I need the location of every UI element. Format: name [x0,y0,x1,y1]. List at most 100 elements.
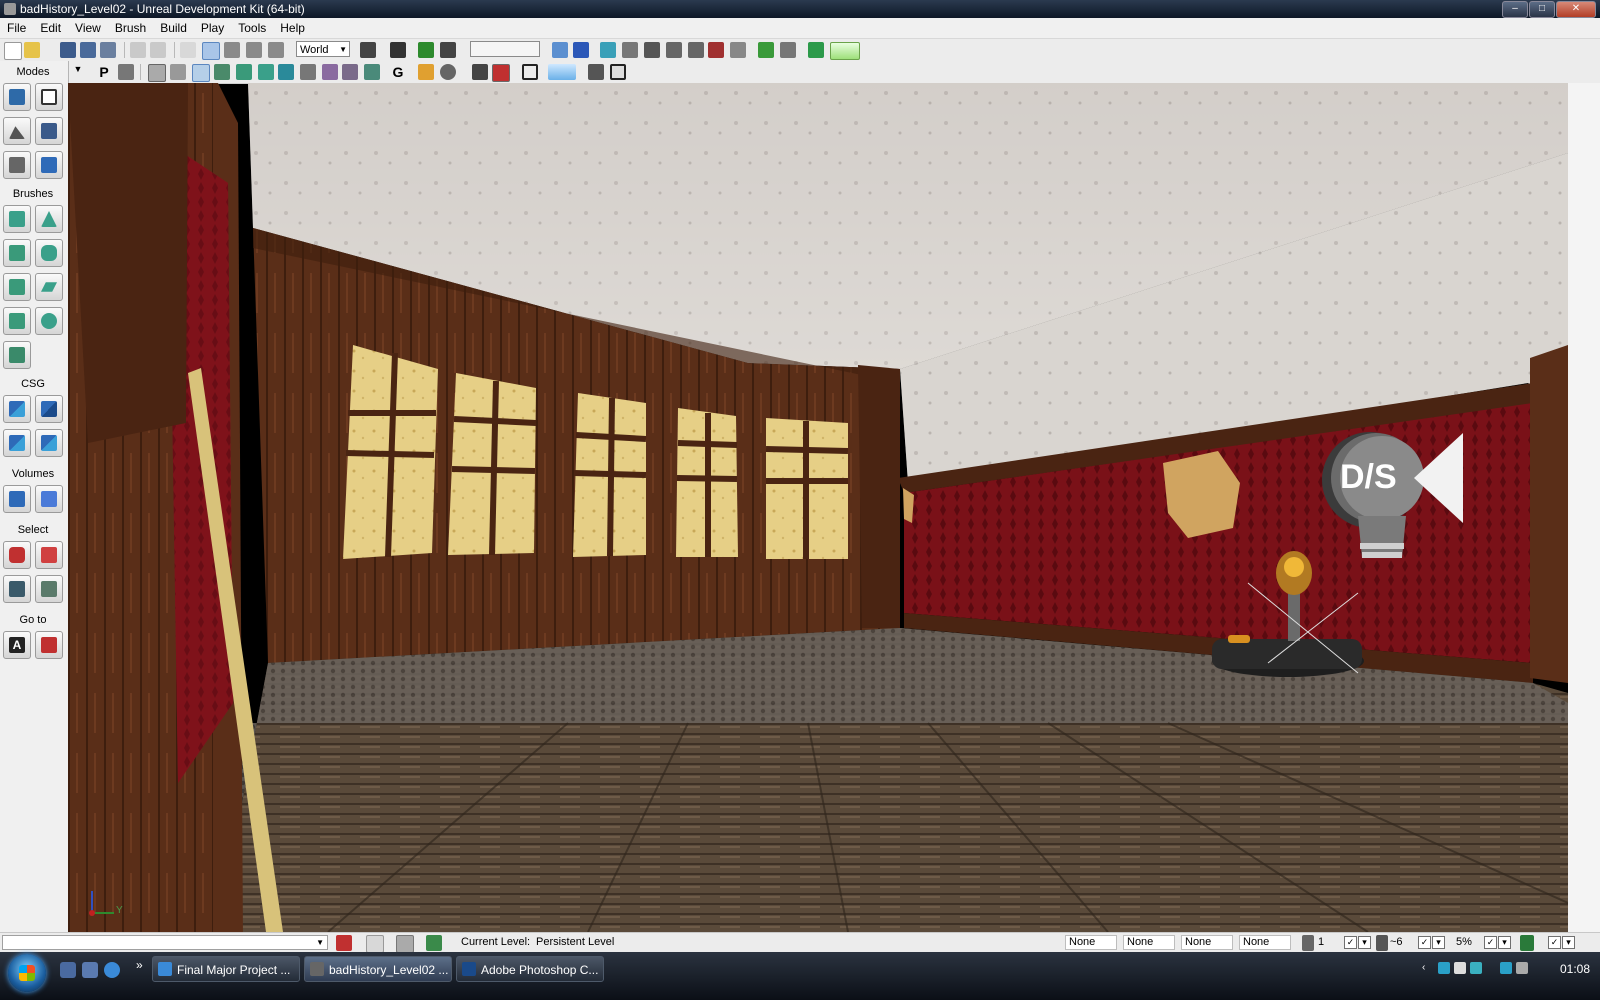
shader-complexity-icon[interactable] [300,64,316,80]
kismet-icon[interactable] [418,42,434,58]
menu-edit[interactable]: Edit [33,18,68,38]
brush-wireframe-icon[interactable] [170,64,186,80]
autosave-icon[interactable] [426,935,442,951]
clock[interactable]: 01:08 [1560,956,1590,982]
pin-icon[interactable] [118,64,134,80]
csg-subtract-button[interactable] [35,395,63,423]
build-lighting-icon[interactable] [573,42,589,58]
add-special-volume-button[interactable] [35,485,63,513]
maximize-viewport-icon[interactable] [610,64,626,80]
lightmap-density-icon[interactable] [322,64,338,80]
translate-mode-icon[interactable] [202,42,220,60]
camera-mode-button[interactable] [3,83,31,111]
lighting-only-icon[interactable] [236,64,252,80]
geometry-mode-button[interactable] [35,83,63,111]
texture-align-mode-button[interactable] [35,117,63,145]
lock-icon[interactable] [418,64,434,80]
scale-mode-icon[interactable] [246,42,262,58]
save-all-icon[interactable] [80,42,96,58]
menu-file[interactable]: File [0,18,33,38]
drag-grid-toggle-icon[interactable] [336,935,352,951]
misc-dropdown[interactable]: ▾ [1562,936,1575,949]
find-actors-icon[interactable] [360,42,376,58]
non-uniform-scale-icon[interactable] [268,42,284,58]
menu-brush[interactable]: Brush [108,18,153,38]
build-cover-icon[interactable] [622,42,638,58]
csg-deintersect-button[interactable] [35,429,63,457]
redo-icon[interactable] [150,42,166,58]
goto-builder-brush-button[interactable] [35,631,63,659]
mesh-paint-mode-button[interactable] [3,151,31,179]
perspective-viewport[interactable]: D/S Y [68,83,1568,932]
layers-toggle-icon[interactable] [396,935,414,953]
content-browser-icon[interactable] [390,42,406,58]
rotation-snap-value[interactable]: ~6 [1390,935,1403,950]
maximize-button[interactable]: □ [1529,1,1555,18]
console-icon[interactable] [780,42,796,58]
ai-tool-icon[interactable] [688,42,704,58]
select-volumes-button[interactable] [3,541,31,569]
taskbar-item-photoshop[interactable]: Adobe Photoshop C... [456,956,604,982]
linear-stair-brush-button[interactable] [3,273,31,301]
rotation-snap-checkbox[interactable]: ✓ [1418,936,1431,949]
menu-help[interactable]: Help [273,18,312,38]
tray-language-icon[interactable] [1454,962,1466,974]
rotation-snap-dropdown[interactable]: ▾ [1432,936,1445,949]
snap-toggle-icon[interactable] [366,935,384,953]
scale-snap-checkbox[interactable]: ✓ [1484,936,1497,949]
taskbar-item-final-major-project[interactable]: Final Major Project ... [152,956,300,982]
viewport-options-dropdown-icon[interactable]: ▼ [70,64,86,80]
taskbar-item-udk[interactable]: badHistory_Level02 ... [304,956,452,982]
csg-add-button[interactable] [3,395,31,423]
terrain-mode-button[interactable] [3,117,31,145]
realtime-toggle-icon[interactable] [492,64,510,82]
undo-icon[interactable] [130,42,146,58]
internet-explorer-icon[interactable] [104,962,120,978]
volumetric-brush-button[interactable] [3,341,31,369]
cube-brush-button[interactable] [3,205,31,233]
reflections-icon[interactable] [364,64,380,80]
camera-speed-icon[interactable] [472,64,488,80]
save-icon[interactable] [60,42,76,58]
play-in-editor-icon[interactable] [830,42,860,60]
select-none-button[interactable] [35,575,63,603]
csg-intersect-button[interactable] [3,429,31,457]
grid-snap-checkbox[interactable]: ✓ [1344,936,1357,949]
path-tool-icon[interactable] [666,42,682,58]
eye-icon[interactable] [440,64,456,80]
search-field[interactable] [470,41,540,57]
play-viewport-icon[interactable] [548,64,576,80]
tray-app-icon[interactable] [1438,962,1450,974]
save-copy-icon[interactable] [100,42,116,58]
cone-brush-button[interactable] [35,205,63,233]
build-all-icon[interactable] [644,42,660,58]
cylinder-brush-button[interactable] [35,239,63,267]
record-icon[interactable] [708,42,724,58]
rotate-mode-icon[interactable] [224,42,240,58]
perspective-button[interactable]: P [96,64,112,80]
play-on-pc-icon[interactable] [808,42,824,58]
add-volume-button[interactable] [3,485,31,513]
menu-tools[interactable]: Tools [231,18,273,38]
matinee-icon[interactable] [440,42,456,58]
goto-actor-button[interactable]: A [3,631,31,659]
switch-windows-icon[interactable] [82,962,98,978]
show-desktop-icon[interactable] [60,962,76,978]
new-level-icon[interactable] [4,42,22,60]
lightbulb-icon[interactable] [730,42,746,58]
tray-network-icon[interactable] [1470,962,1482,974]
tray-monitor-icon[interactable] [1500,962,1512,974]
menu-build[interactable]: Build [153,18,194,38]
curved-stair-brush-button[interactable] [3,239,31,267]
lit-view-icon[interactable] [192,64,210,82]
viewport-link-icon[interactable] [588,64,604,80]
quick-launch-overflow[interactable]: » [136,958,143,972]
minimize-button[interactable]: – [1502,1,1528,18]
menu-play[interactable]: Play [194,18,231,38]
open-folder-icon[interactable] [24,42,40,58]
spiral-stair-brush-button[interactable] [3,307,31,335]
start-button[interactable] [8,954,46,992]
volume-icon[interactable] [1516,962,1528,974]
grid-size-value[interactable]: 1 [1318,935,1324,950]
stop-square-icon[interactable] [522,64,538,80]
